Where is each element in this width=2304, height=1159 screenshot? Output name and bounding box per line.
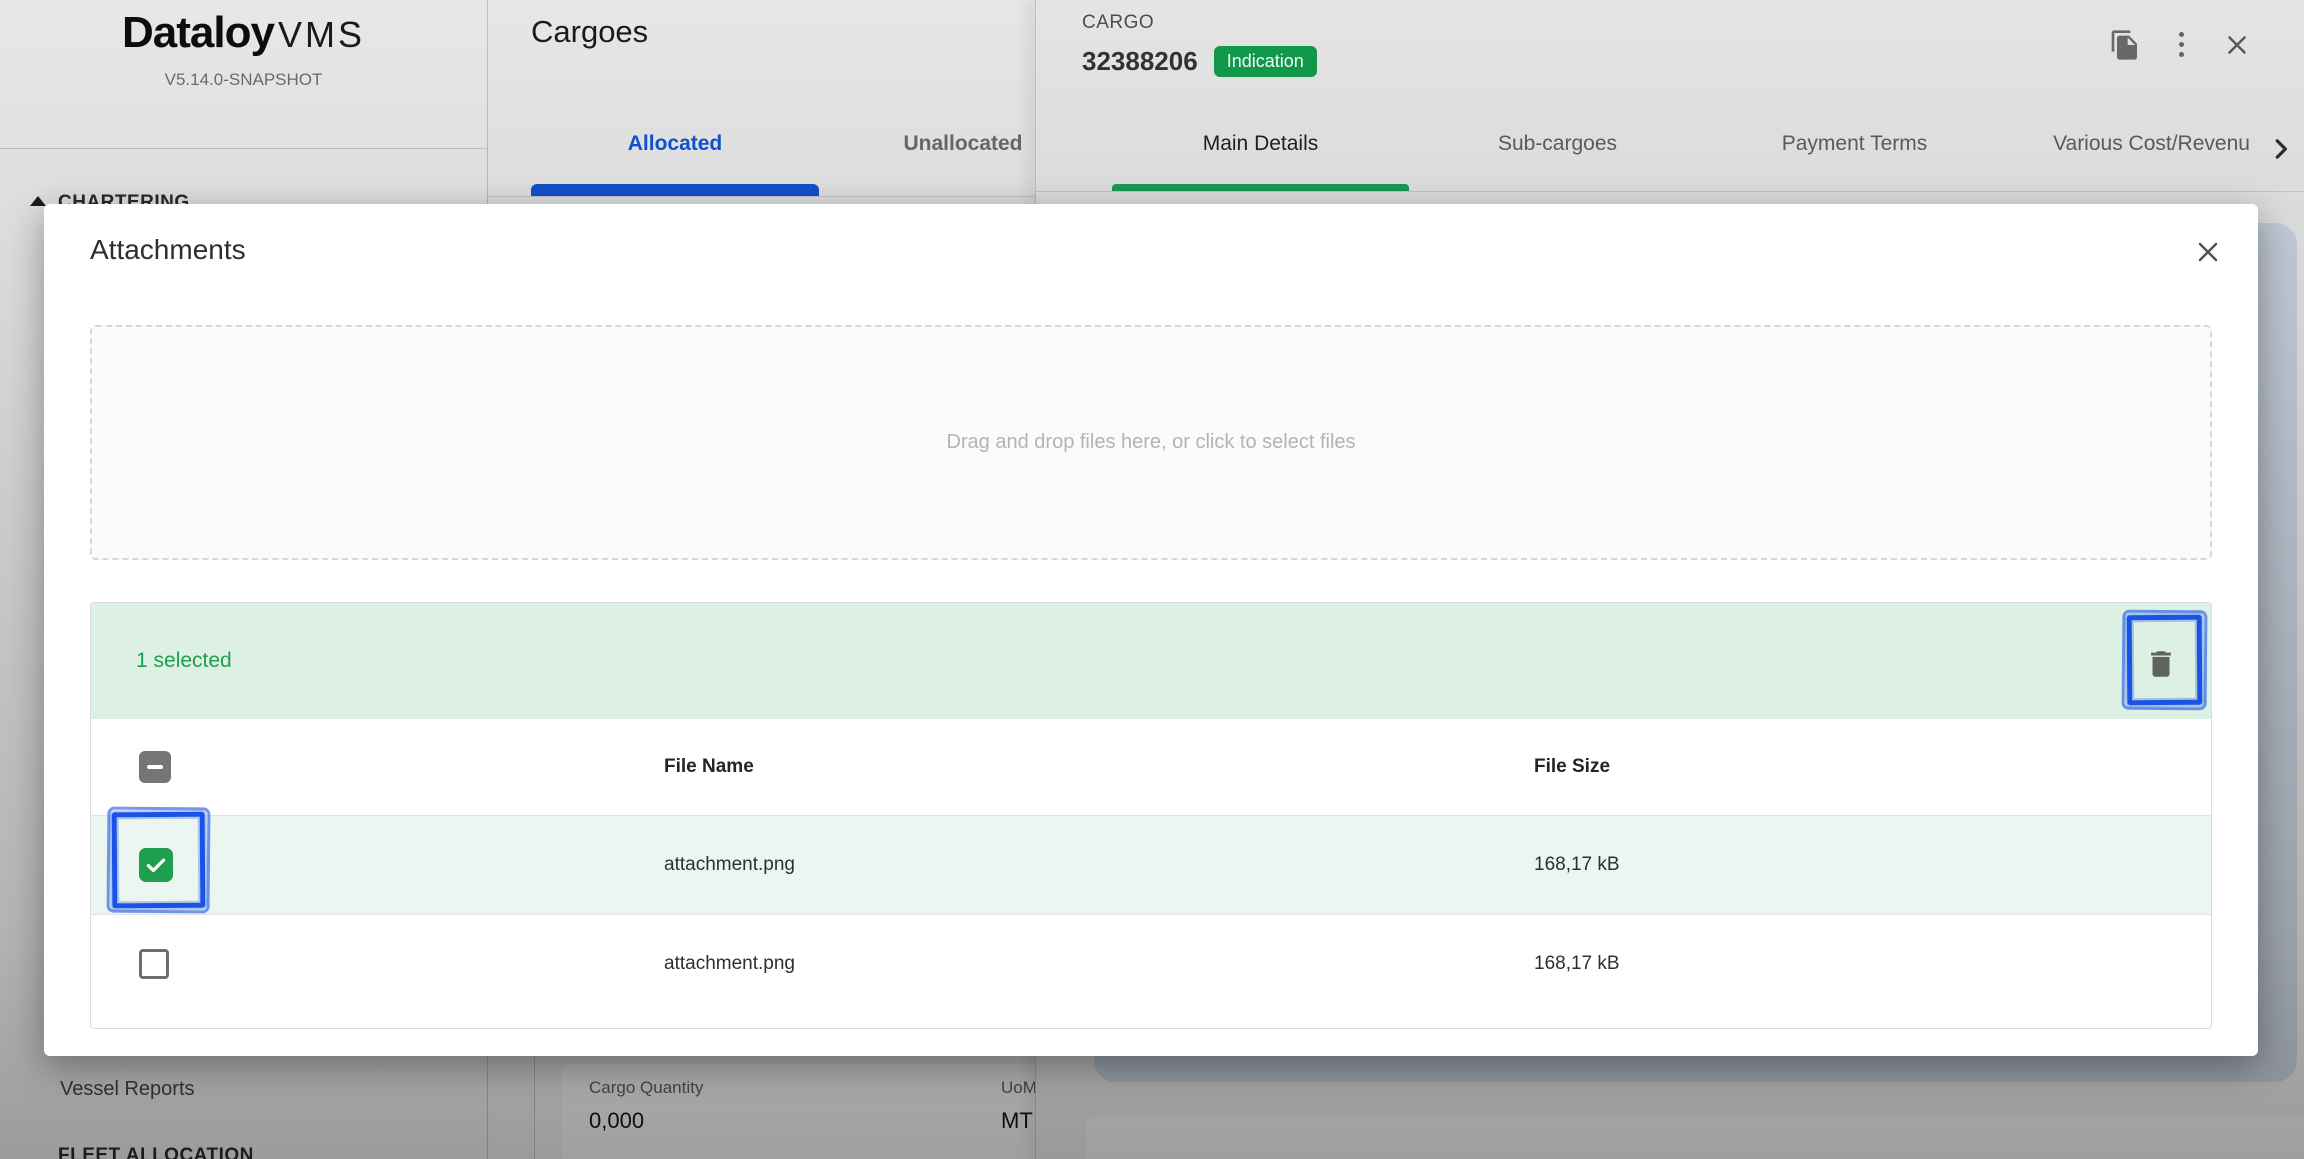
selection-bar: 1 selected	[91, 603, 2211, 719]
column-header-file-name: File Name	[664, 756, 1534, 778]
file-size-cell: 168,17 kB	[1534, 854, 2211, 876]
table-row[interactable]: attachment.png 168,17 kB	[91, 816, 2211, 915]
attachments-modal: Attachments Drag and drop files here, or…	[44, 204, 2258, 1056]
close-modal-icon[interactable]	[2192, 236, 2224, 273]
dropzone-text: Drag and drop files here, or click to se…	[946, 431, 1355, 454]
file-dropzone[interactable]: Drag and drop files here, or click to se…	[90, 325, 2212, 560]
row-1-checkbox[interactable]	[139, 848, 173, 882]
file-name-cell: attachment.png	[664, 854, 1534, 876]
modal-title: Attachments	[90, 234, 246, 266]
selection-count: 1 selected	[136, 603, 232, 719]
column-header-file-size: File Size	[1534, 756, 2211, 778]
trash-icon	[2144, 647, 2178, 681]
app-root: DataloyVMS V5.14.0-SNAPSHOT CHARTERING V…	[0, 0, 2304, 1159]
attachments-table-container: 1 selected File Name File Size atta	[90, 602, 2212, 1029]
file-size-cell: 168,17 kB	[1534, 953, 2211, 975]
delete-selected-attachments-button[interactable]	[2141, 644, 2181, 684]
table-row[interactable]: attachment.png 168,17 kB	[91, 915, 2211, 1012]
select-all-checkbox[interactable]	[139, 751, 171, 783]
table-header-row: File Name File Size	[91, 719, 2211, 816]
row-2-checkbox[interactable]	[139, 949, 169, 979]
file-name-cell: attachment.png	[664, 953, 1534, 975]
